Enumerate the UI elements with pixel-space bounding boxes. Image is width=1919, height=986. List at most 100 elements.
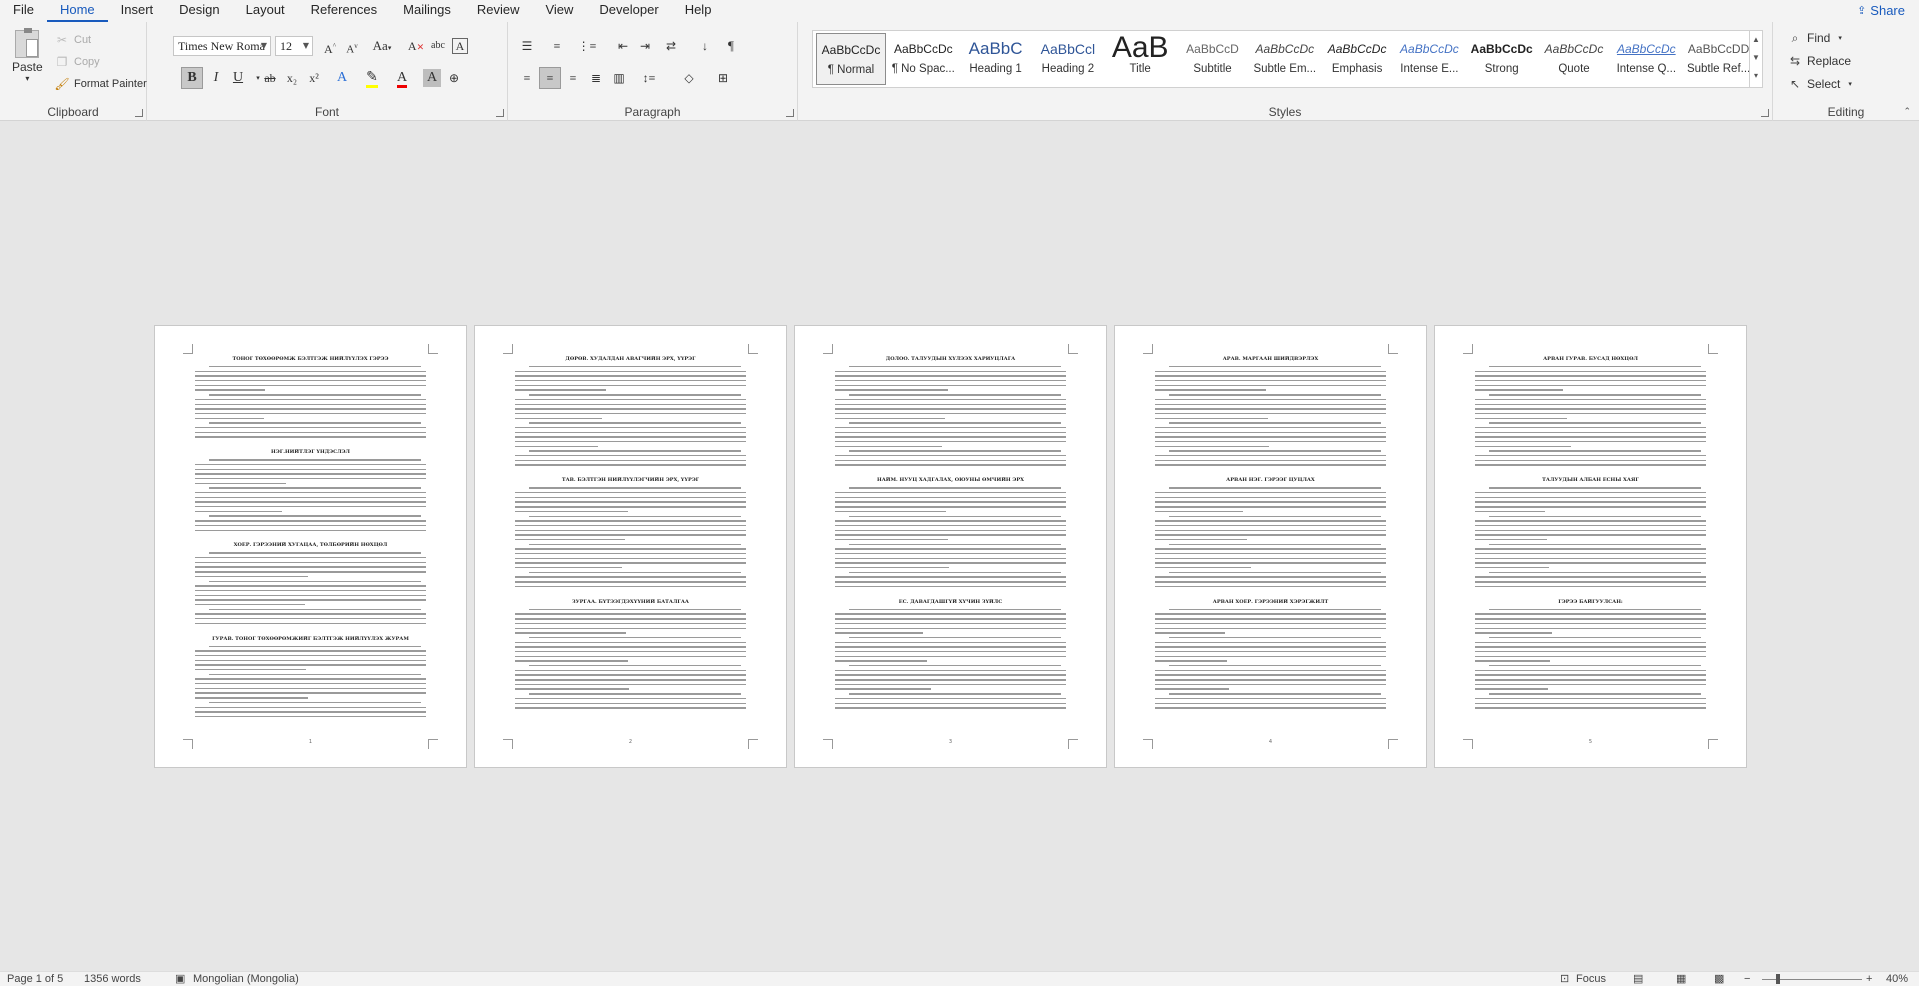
tab-view[interactable]: View	[532, 0, 586, 22]
clear-formatting-icon[interactable]: A✕	[405, 35, 427, 57]
change-case-icon[interactable]: Aa▾	[367, 35, 397, 57]
align-left-icon[interactable]: ≡	[516, 67, 538, 89]
italic-button[interactable]: I	[205, 67, 227, 89]
document-page[interactable]: ТОНОГ ТӨХӨӨРӨМЖ БЭЛТГЭЖ НИЙЛҮҮЛЭХ ГЭРЭЭ Н…	[154, 325, 467, 768]
format-painter-button[interactable]: 🖌 Format Painter	[54, 76, 146, 92]
phonetic-guide-icon[interactable]: abc	[427, 35, 449, 57]
paste-dropdown-icon[interactable]: ▾	[25, 74, 29, 83]
superscript-button[interactable]: x²	[303, 67, 325, 89]
tab-insert[interactable]: Insert	[108, 0, 167, 22]
page-count[interactable]: Page 1 of 5	[7, 972, 63, 986]
cut-button[interactable]: ✂ Cut	[54, 32, 91, 48]
clipboard-launcher-icon[interactable]	[135, 109, 143, 117]
style-name: Subtitle	[1193, 63, 1232, 75]
style-heading-2[interactable]: AaBbCcl Heading 2	[1033, 33, 1103, 85]
style-intense-e[interactable]: AaBbCcDc Intense E...	[1394, 33, 1464, 85]
proofing-icon[interactable]: ▣	[175, 972, 185, 986]
word-count[interactable]: 1356 words	[84, 972, 141, 986]
tab-review[interactable]: Review	[464, 0, 533, 22]
style-no-spac[interactable]: AaBbCcDc ¶ No Spac...	[888, 33, 958, 85]
borders-icon[interactable]: ⊞	[712, 67, 734, 89]
document-canvas[interactable]: ТОНОГ ТӨХӨӨРӨМЖ БЭЛТГЭЖ НИЙЛҮҮЛЭХ ГЭРЭЭ Н…	[0, 121, 1919, 971]
document-page[interactable]: АРВАН ГУРАВ. БУСАД НӨХЦӨЛ ТАЛУУДЫН АЛБАН …	[1434, 325, 1747, 768]
styles-gallery-scroll[interactable]: ▲ ▼ ▾	[1749, 30, 1763, 88]
web-layout-icon[interactable]: ▩	[1714, 972, 1724, 986]
style-title[interactable]: AaB Title	[1105, 33, 1175, 85]
sort-icon[interactable]: ↓	[694, 35, 716, 57]
style-subtle-ref[interactable]: AaBbCcDD Subtle Ref...	[1684, 33, 1754, 85]
replace-button[interactable]: ⇆ Replace	[1787, 53, 1851, 69]
highlight-icon[interactable]: ✎	[361, 67, 383, 89]
shrink-font-icon[interactable]: Av	[341, 35, 363, 57]
select-button[interactable]: ↖ Select ▾	[1787, 76, 1852, 92]
tab-file[interactable]: File	[0, 0, 47, 22]
styles-launcher-icon[interactable]	[1761, 109, 1769, 117]
text-line	[515, 707, 746, 709]
tab-help[interactable]: Help	[672, 0, 725, 22]
zoom-level[interactable]: 40%	[1886, 972, 1908, 986]
style-quote[interactable]: AaBbCcDc Quote	[1539, 33, 1609, 85]
style-emphasis[interactable]: AaBbCcDc Emphasis	[1322, 33, 1392, 85]
bold-button[interactable]: B	[181, 67, 203, 89]
bullets-icon[interactable]: ☰	[516, 35, 538, 57]
zoom-in-icon[interactable]: +	[1866, 972, 1872, 986]
document-page[interactable]: ДОЛОО. ТАЛУУДЫН ХҮЛЭЭХ ХАРИУЦЛАГА НАЙМ. Н…	[794, 325, 1107, 768]
distributed-icon[interactable]: ▥	[608, 67, 630, 89]
numbering-icon[interactable]: ≡	[546, 35, 568, 57]
document-page[interactable]: АРАВ. МАРГААН ШИЙДВЭРЛЭХ АРВАН НЭГ. ГЭРЭЭ…	[1114, 325, 1427, 768]
zoom-out-icon[interactable]: −	[1744, 972, 1750, 986]
focus-icon[interactable]: ⊡	[1560, 972, 1569, 986]
decrease-indent-icon[interactable]: ⇤	[612, 35, 634, 57]
font-launcher-icon[interactable]	[496, 109, 504, 117]
align-center-icon[interactable]: ≡	[539, 67, 561, 89]
tab-developer[interactable]: Developer	[586, 0, 671, 22]
chinese-layout-icon[interactable]: ⇄	[660, 35, 682, 57]
document-page[interactable]: ДӨРӨВ. ХУДАЛДАН АВАГЧИЙН ЭРХ, ҮҮРЭГ ТАВ. …	[474, 325, 787, 768]
show-formatting-icon[interactable]: ¶	[720, 35, 742, 57]
font-size-dropdown[interactable]: 12 ▼	[275, 36, 313, 56]
text-line	[528, 665, 742, 667]
text-line	[1475, 445, 1571, 448]
more-styles-icon[interactable]: ▾	[1750, 67, 1762, 85]
focus-button[interactable]: Focus	[1576, 972, 1606, 986]
align-right-icon[interactable]: ≡	[562, 67, 584, 89]
increase-indent-icon[interactable]: ⇥	[634, 35, 656, 57]
language-indicator[interactable]: Mongolian (Mongolia)	[193, 972, 299, 986]
paragraph-launcher-icon[interactable]	[786, 109, 794, 117]
chevron-up-icon[interactable]: ▲	[1750, 31, 1762, 49]
text-effects-icon[interactable]: A	[331, 67, 353, 89]
chevron-down-icon[interactable]: ▼	[1750, 49, 1762, 67]
style-subtitle[interactable]: AaBbCcD Subtitle	[1178, 33, 1248, 85]
style-intense-q[interactable]: AaBbCcDc Intense Q...	[1611, 33, 1681, 85]
copy-button[interactable]: ❐ Copy	[54, 54, 100, 70]
share-button[interactable]: ⇪ Share	[1849, 0, 1913, 21]
font-color-icon[interactable]: A	[391, 67, 413, 89]
style-subtle-em[interactable]: AaBbCcDc Subtle Em...	[1250, 33, 1320, 85]
justify-icon[interactable]: ≣	[585, 67, 607, 89]
paste-button[interactable]: Paste ▾	[12, 28, 43, 83]
collapse-ribbon-icon[interactable]: ⌃	[1903, 106, 1911, 117]
tab-layout[interactable]: Layout	[233, 0, 298, 22]
print-layout-icon[interactable]: ▦	[1676, 972, 1686, 986]
tab-design[interactable]: Design	[166, 0, 232, 22]
tab-home[interactable]: Home	[46, 0, 108, 22]
enclose-characters-icon[interactable]: ⊕	[443, 67, 465, 89]
strikethrough-button[interactable]: ab	[259, 67, 281, 89]
character-shading-icon[interactable]: A	[423, 69, 441, 87]
font-name-dropdown[interactable]: Times New Roma ▼	[173, 36, 271, 56]
shading-icon[interactable]: ◇	[678, 67, 700, 89]
tab-mailings[interactable]: Mailings	[390, 0, 464, 22]
style-strong[interactable]: AaBbCcDc Strong	[1467, 33, 1537, 85]
read-mode-icon[interactable]: ▤	[1633, 972, 1643, 986]
tab-references[interactable]: References	[298, 0, 390, 22]
find-button[interactable]: ⌕ Find ▾	[1787, 30, 1842, 46]
multilevel-list-icon[interactable]: ⋮≡	[576, 35, 598, 57]
subscript-button[interactable]: x₂	[281, 67, 303, 89]
style-heading-1[interactable]: AaBbC Heading 1	[961, 33, 1031, 85]
style-normal[interactable]: AaBbCcDc ¶ Normal	[816, 33, 886, 85]
character-border-icon[interactable]: A	[452, 38, 468, 54]
grow-font-icon[interactable]: A^	[319, 35, 341, 57]
underline-button[interactable]: U	[227, 67, 249, 89]
line-spacing-icon[interactable]: ↕≡	[638, 67, 660, 89]
zoom-slider-thumb[interactable]	[1776, 974, 1780, 984]
